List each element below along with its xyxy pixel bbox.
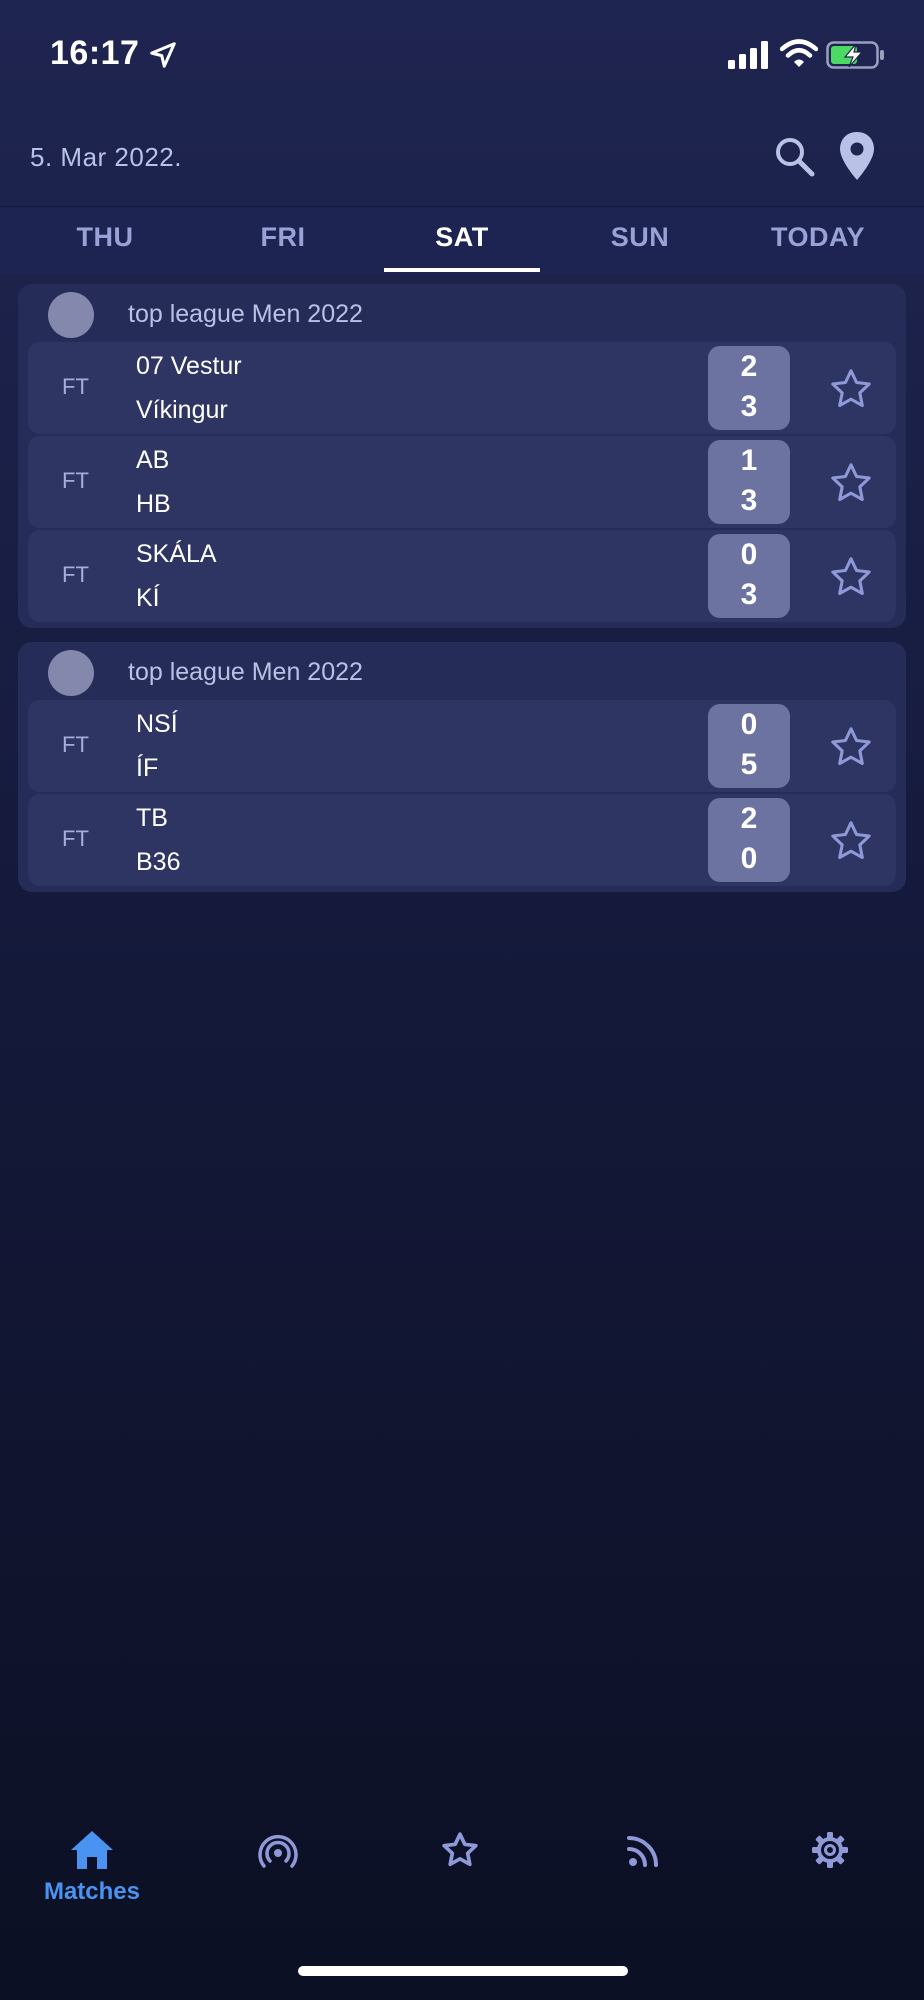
match-status: FT bbox=[62, 374, 89, 399]
favorite-star-icon[interactable] bbox=[828, 818, 874, 864]
favorite-star-icon[interactable] bbox=[828, 554, 874, 600]
match-status: FT bbox=[62, 562, 89, 587]
match-status: FT bbox=[62, 468, 89, 493]
tab-today[interactable]: TODAY bbox=[733, 207, 903, 275]
wifi-icon bbox=[780, 39, 818, 67]
league-name: top league Men 2022 bbox=[128, 658, 363, 686]
match-status: FT bbox=[62, 826, 89, 851]
score-box: 1 3 bbox=[708, 440, 790, 524]
header: 5. Mar 2022. bbox=[0, 110, 924, 206]
away-team: HB bbox=[136, 490, 171, 518]
home-score: 0 bbox=[740, 538, 758, 571]
location-pin-icon[interactable] bbox=[836, 130, 878, 182]
score-box: 2 3 bbox=[708, 346, 790, 430]
score-box: 0 5 bbox=[708, 704, 790, 788]
match-row[interactable]: FT AB HB 1 3 bbox=[28, 436, 896, 528]
away-score: 3 bbox=[740, 484, 758, 517]
league-card: top league Men 2022 FT NSÍ ÍF 0 5 FT TB … bbox=[18, 642, 906, 892]
home-team: NSÍ bbox=[136, 710, 178, 738]
nav-news[interactable] bbox=[584, 1830, 704, 1870]
home-score: 2 bbox=[740, 802, 758, 835]
league-logo bbox=[48, 650, 94, 696]
match-row[interactable]: FT 07 Vestur Víkingur 2 3 bbox=[28, 342, 896, 434]
favorite-star-icon[interactable] bbox=[828, 460, 874, 506]
gear-icon bbox=[812, 1832, 848, 1868]
tab-sat[interactable]: SAT bbox=[377, 207, 547, 275]
match-row[interactable]: FT NSÍ ÍF 0 5 bbox=[28, 700, 896, 792]
away-team: ÍF bbox=[136, 754, 159, 782]
rss-feed-icon bbox=[627, 1836, 658, 1867]
away-team: B36 bbox=[136, 848, 181, 876]
league-header[interactable]: top league Men 2022 bbox=[18, 642, 906, 700]
tab-fri[interactable]: FRI bbox=[198, 207, 368, 275]
home-score: 1 bbox=[740, 444, 758, 477]
league-name: top league Men 2022 bbox=[128, 300, 363, 328]
nav-matches[interactable]: Matches bbox=[32, 1830, 152, 1906]
league-logo bbox=[48, 292, 94, 338]
favorite-star-icon[interactable] bbox=[828, 724, 874, 770]
bottom-nav: Matches bbox=[0, 1820, 924, 1930]
battery-charging-icon bbox=[826, 41, 884, 69]
home-team: 07 Vestur bbox=[136, 352, 242, 380]
status-time: 16:17 bbox=[50, 34, 140, 72]
home-icon bbox=[71, 1831, 113, 1869]
score-box: 2 0 bbox=[708, 798, 790, 882]
search-icon[interactable] bbox=[770, 132, 818, 180]
away-score: 3 bbox=[740, 390, 758, 423]
away-score: 5 bbox=[740, 748, 758, 781]
score-box: 0 3 bbox=[708, 534, 790, 618]
home-team: SKÁLA bbox=[136, 540, 217, 568]
nav-matches-label: Matches bbox=[43, 1878, 141, 1905]
away-score: 0 bbox=[740, 842, 758, 875]
live-broadcast-icon bbox=[258, 1835, 298, 1868]
cellular-signal-icon bbox=[728, 41, 768, 69]
league-header[interactable]: top league Men 2022 bbox=[18, 284, 906, 342]
match-status: FT bbox=[62, 732, 89, 757]
tab-sun[interactable]: SUN bbox=[555, 207, 725, 275]
star-icon bbox=[442, 1832, 478, 1867]
league-card: top league Men 2022 FT 07 Vestur Víkingu… bbox=[18, 284, 906, 628]
tab-thu[interactable]: THU bbox=[20, 207, 190, 275]
away-team: Víkingur bbox=[136, 396, 228, 424]
nav-favorites[interactable] bbox=[400, 1830, 520, 1870]
away-team: KÍ bbox=[136, 584, 160, 612]
date-label: 5. Mar 2022. bbox=[30, 142, 182, 172]
status-bar: 16:17 bbox=[0, 0, 924, 110]
favorite-star-icon[interactable] bbox=[828, 366, 874, 412]
active-tab-indicator bbox=[384, 268, 540, 272]
home-team: TB bbox=[136, 804, 168, 832]
home-score: 2 bbox=[740, 350, 758, 383]
away-score: 3 bbox=[740, 578, 758, 611]
day-tabs: THU FRI SAT SUN TODAY bbox=[0, 206, 924, 274]
match-row[interactable]: FT SKÁLA KÍ 0 3 bbox=[28, 530, 896, 622]
home-indicator[interactable] bbox=[298, 1966, 628, 1976]
home-score: 0 bbox=[740, 708, 758, 741]
nav-settings[interactable] bbox=[770, 1830, 890, 1870]
match-row[interactable]: FT TB B36 2 0 bbox=[28, 794, 896, 886]
home-team: AB bbox=[136, 446, 170, 474]
nav-live[interactable] bbox=[218, 1830, 338, 1870]
location-arrow-icon bbox=[150, 42, 176, 68]
